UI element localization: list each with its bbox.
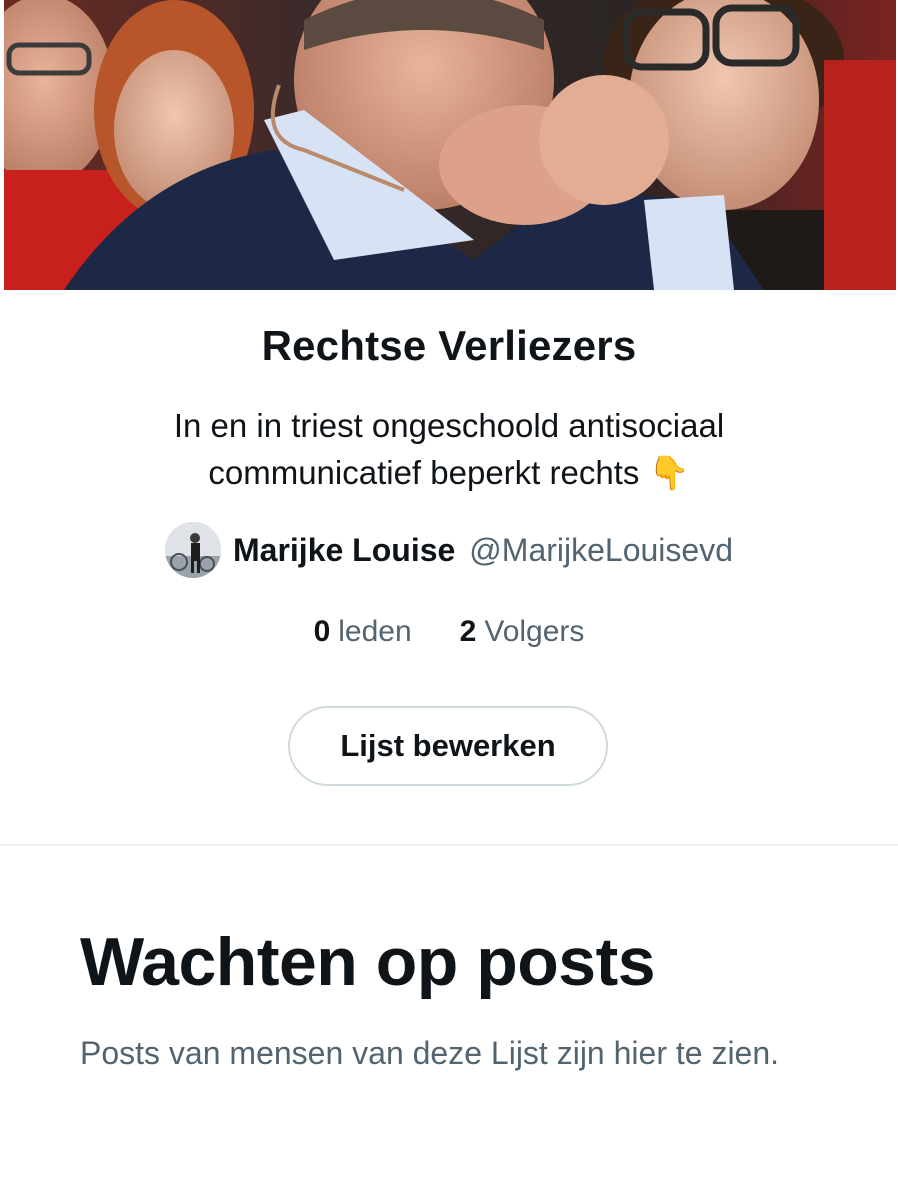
list-owner[interactable]: Marijke Louise @MarijkeLouisevd [0, 522, 898, 578]
list-stats: 0 leden 2 Volgers [0, 612, 898, 652]
empty-state-title: Wachten op posts [80, 924, 656, 1000]
section-divider [0, 844, 898, 846]
owner-handle[interactable]: @MarijkeLouisevd [469, 530, 733, 570]
edit-list-button[interactable]: Lijst bewerken [288, 706, 608, 786]
empty-state: Wachten op posts Posts van mensen van de… [80, 920, 800, 1076]
list-banner-image [4, 0, 896, 290]
followers-stat[interactable]: 2 Volgers [460, 612, 585, 652]
owner-name[interactable]: Marijke Louise [233, 530, 455, 570]
followers-count: 2 [459, 615, 477, 648]
list-title: Rechtse Verliezers [261, 322, 637, 369]
members-label: leden [338, 615, 412, 648]
empty-state-text: Posts van mensen van deze Lijst zijn hie… [80, 1035, 780, 1071]
followers-label: Volgers [484, 615, 585, 648]
owner-avatar[interactable] [165, 522, 221, 578]
list-description: In en in triest ongeschoold antisociaal … [173, 407, 725, 491]
members-count: 0 [313, 615, 331, 648]
members-stat[interactable]: 0 leden [314, 612, 412, 652]
